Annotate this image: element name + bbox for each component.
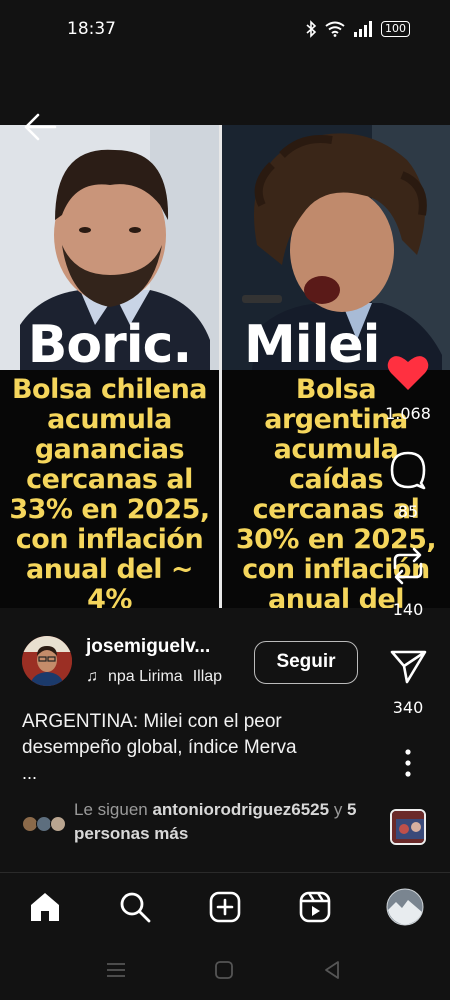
audio-thumbnail[interactable] <box>390 809 426 845</box>
nav-create[interactable] <box>203 885 247 929</box>
search-icon <box>120 892 151 923</box>
comment-icon[interactable] <box>383 450 433 490</box>
status-time: 18:37 <box>67 19 116 39</box>
post-caption[interactable]: ARGENTINA: Milei con el peor desempeño g… <box>22 709 372 761</box>
system-nav-bar <box>0 950 450 990</box>
audio-track-extra: Illap <box>192 668 223 685</box>
home-icon <box>31 893 59 921</box>
nav-search[interactable] <box>113 885 157 929</box>
status-bar: 18:37 100 <box>0 0 450 60</box>
left-panel: Boric. Bolsa chilena acumula ganancias c… <box>0 125 219 608</box>
battery-icon: 100 <box>381 21 410 37</box>
nav-profile[interactable] <box>383 885 427 929</box>
wifi-icon <box>325 21 345 37</box>
followed-by-text: Le siguen antoniorodriguez6525 y 5 perso… <box>74 800 357 843</box>
left-panel-headline: Bolsa chilena acumula ganancias cercanas… <box>9 374 210 609</box>
home-system-icon[interactable] <box>212 958 236 982</box>
status-icons: 100 <box>305 20 410 38</box>
nav-home[interactable] <box>23 885 67 929</box>
bottom-nav <box>0 873 450 943</box>
author-username[interactable]: josemiguelv... <box>86 636 210 658</box>
repost-count[interactable]: 140 <box>378 600 438 619</box>
caption-more[interactable]: ... <box>22 763 37 784</box>
audio-track[interactable]: ♫ npa Lirima Illap <box>86 668 246 686</box>
audio-track-name: npa Lirima <box>108 668 183 685</box>
bluetooth-icon <box>306 20 317 38</box>
follower-avatars <box>22 816 68 832</box>
music-note-icon: ♫ <box>86 668 98 685</box>
repost-icon[interactable] <box>383 546 433 586</box>
share-send-icon[interactable] <box>383 646 433 686</box>
left-panel-name: Boric. <box>27 315 192 375</box>
followed-by-row[interactable]: Le siguen antoniorodriguez6525 y 5 perso… <box>22 798 382 846</box>
more-options-icon[interactable] <box>383 748 433 778</box>
comment-count[interactable]: 85 <box>378 502 438 521</box>
reels-icon <box>299 891 331 923</box>
follow-button[interactable]: Seguir <box>254 641 358 684</box>
follower-avatar <box>50 816 66 832</box>
add-post-icon <box>209 891 241 923</box>
like-heart-icon[interactable] <box>383 352 433 392</box>
back-system-icon[interactable] <box>320 958 344 982</box>
like-count[interactable]: 1.068 <box>378 404 438 423</box>
back-arrow-icon[interactable] <box>22 112 58 142</box>
author-avatar[interactable] <box>22 636 72 686</box>
signal-icon <box>354 21 372 37</box>
nav-reels[interactable] <box>293 885 337 929</box>
share-count[interactable]: 340 <box>378 698 438 717</box>
profile-avatar-icon <box>386 888 424 926</box>
recent-apps-icon[interactable] <box>104 958 128 982</box>
